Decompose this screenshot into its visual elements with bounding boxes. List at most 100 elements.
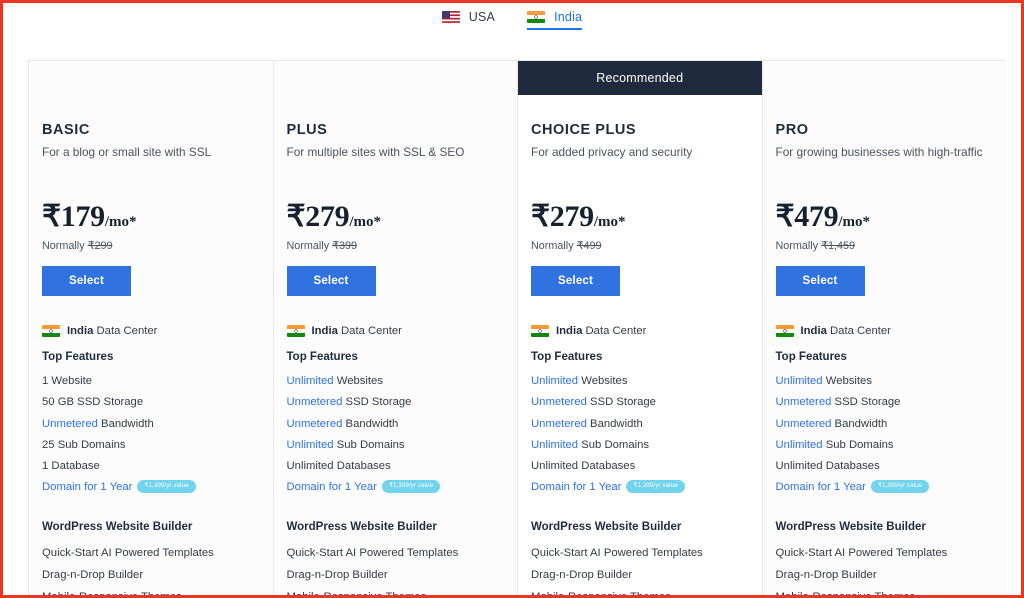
top-features-heading: Top Features	[531, 351, 603, 363]
wordpress-heading: WordPress Website Builder	[286, 520, 437, 533]
select-button[interactable]: Select	[286, 266, 376, 296]
normally-price-row: Normally ₹299	[42, 239, 260, 252]
plan-name: PRO	[775, 122, 809, 138]
feature-item: Unmetered SSD Storage	[531, 392, 749, 413]
plan-body: PLUS For multiple sites with SSL & SEO ₹27…	[274, 95, 518, 595]
feature-highlight[interactable]: Unlimited	[287, 439, 334, 451]
feature-text: 25 Sub Domains	[42, 438, 126, 451]
feature-text: Unlimited Databases	[286, 460, 391, 473]
normally-price-value: ₹299	[87, 240, 113, 252]
feature-highlight[interactable]: Unlimited	[531, 375, 578, 387]
ribbon-spacer	[29, 61, 273, 95]
feature-text: Websites	[578, 375, 628, 387]
normally-price-value: ₹1,459	[821, 240, 855, 252]
domain-value-badge: ₹1,399/yr value	[381, 480, 441, 493]
feature-highlight[interactable]: Unlimited	[287, 375, 334, 387]
data-center-suffix: Data Center	[582, 325, 647, 337]
feature-text: SSD Storage	[342, 396, 412, 409]
feature-item-domain[interactable]: Domain for 1 Year ₹1,399/yr value	[287, 477, 505, 498]
feature-item: Unlimited Databases	[776, 456, 995, 477]
top-features-list: Unlimited Websites Unmetered SSD Storage U…	[776, 371, 995, 499]
feature-item: Unlimited Sub Domains	[287, 435, 505, 456]
plan-price: ₹479/mo*	[776, 202, 995, 232]
data-center-row: India Data Center	[775, 325, 995, 337]
feature-item-domain[interactable]: Domain for 1 Year ₹1,399/yr value	[531, 477, 749, 498]
select-button[interactable]: Select	[775, 266, 865, 296]
price-amount: ₹479	[775, 200, 839, 233]
normally-price-row: Normally ₹399	[287, 239, 505, 252]
feature-text: Sub Domains	[822, 438, 894, 451]
feature-highlight[interactable]: Unmetered	[42, 418, 98, 430]
feature-highlight[interactable]: Unmetered	[287, 396, 343, 408]
feature-text: Websites	[333, 375, 383, 387]
domain-value-badge: ₹1,399/yr value	[870, 480, 930, 493]
price-period: /mo*	[104, 214, 137, 230]
feature-item: 25 Sub Domains	[42, 435, 260, 456]
feature-highlight[interactable]: Unmetered	[531, 396, 587, 408]
top-features-heading: Top Features	[775, 351, 847, 363]
page-viewport: USA India BASIC For a blog or small site w…	[0, 0, 1024, 598]
feature-text: Bandwidth	[97, 417, 154, 430]
price-period: /mo*	[593, 214, 626, 230]
data-center-label: India Data Center	[67, 325, 157, 337]
domain-feature-label: Domain for 1 Year	[531, 481, 622, 494]
feature-item: Unlimited Websites	[287, 371, 505, 392]
plan-price: ₹279/mo*	[531, 202, 749, 232]
plan-price: ₹179/mo*	[42, 202, 260, 232]
wordpress-feature-item: Drag-n-Drop Builder	[286, 568, 388, 581]
flag-usa-icon	[441, 10, 460, 23]
wordpress-features-list: Quick-Start AI Powered Templates Drag-n-D…	[531, 542, 749, 598]
data-center-label: India Data Center	[312, 325, 402, 337]
plan-price: ₹279/mo*	[287, 202, 505, 232]
feature-highlight[interactable]: Unlimited	[776, 439, 823, 451]
feature-text: Bandwidth	[342, 417, 399, 430]
feature-item: 1 Website	[42, 371, 260, 392]
feature-text: Bandwidth	[831, 417, 888, 430]
select-button[interactable]: Select	[531, 266, 620, 296]
feature-highlight[interactable]: Unmetered	[531, 418, 587, 430]
domain-feature-label: Domain for 1 Year	[42, 481, 133, 494]
select-button[interactable]: Select	[42, 266, 131, 296]
wordpress-feature-item: Mobile-Responsive Themes	[531, 591, 671, 598]
price-amount: ₹279	[286, 200, 350, 233]
plan-tagline: For growing businesses with high-traffic	[775, 145, 983, 159]
country-tab-usa[interactable]: USA	[441, 9, 496, 30]
data-center-suffix: Data Center	[826, 325, 891, 337]
feature-item: Unmetered SSD Storage	[776, 392, 995, 413]
pricing-plans-container: BASIC For a blog or small site with SSL ₹1…	[28, 60, 1008, 598]
normally-label: Normally	[775, 240, 819, 252]
wordpress-features-list: Quick-Start AI Powered Templates Drag-n-D…	[42, 542, 260, 595]
wordpress-heading: WordPress Website Builder	[531, 520, 682, 533]
country-tab-label: USA	[468, 9, 496, 24]
feature-highlight[interactable]: Unmetered	[776, 396, 832, 408]
feature-item: Unmetered Bandwidth	[531, 414, 749, 435]
normally-price-row: Normally ₹499	[531, 239, 749, 252]
feature-item: Unlimited Databases	[531, 456, 749, 477]
feature-item-domain[interactable]: Domain for 1 Year ₹1,399/yr value	[776, 477, 995, 498]
wordpress-feature-item: Quick-Start AI Powered Templates	[775, 546, 948, 559]
feature-highlight[interactable]: Unmetered	[287, 418, 343, 430]
data-center-row: India Data Center	[531, 325, 749, 337]
feature-item: Unlimited Websites	[776, 371, 995, 392]
country-tab-india[interactable]: India	[527, 10, 583, 30]
feature-item-domain[interactable]: Domain for 1 Year ₹1,399/yr value	[42, 477, 260, 498]
plan-body: PRO For growing businesses with high-traf…	[763, 95, 1008, 595]
plan-card-basic: BASIC For a blog or small site with SSL ₹1…	[29, 61, 274, 595]
price-amount: ₹279	[531, 200, 594, 233]
wordpress-features-list: Quick-Start AI Powered Templates Drag-n-D…	[775, 542, 995, 595]
ribbon-spacer	[763, 61, 1008, 95]
wordpress-feature-item: Quick-Start AI Powered Templates	[286, 546, 459, 559]
feature-text: Unlimited Databases	[531, 460, 636, 473]
normally-label: Normally	[531, 240, 574, 252]
data-center-label: India Data Center	[556, 325, 646, 337]
plan-name: PLUS	[286, 122, 328, 138]
feature-highlight[interactable]: Unmetered	[776, 418, 832, 430]
feature-item: Unlimited Databases	[287, 456, 505, 477]
top-features-heading: Top Features	[286, 351, 358, 363]
feature-text: SSD Storage	[586, 396, 656, 409]
feature-highlight[interactable]: Unlimited	[531, 439, 578, 451]
feature-highlight[interactable]: Unlimited	[776, 375, 823, 387]
wordpress-feature-item: Quick-Start AI Powered Templates	[42, 546, 214, 559]
wordpress-heading: WordPress Website Builder	[775, 520, 926, 533]
feature-text: Websites	[822, 375, 872, 387]
